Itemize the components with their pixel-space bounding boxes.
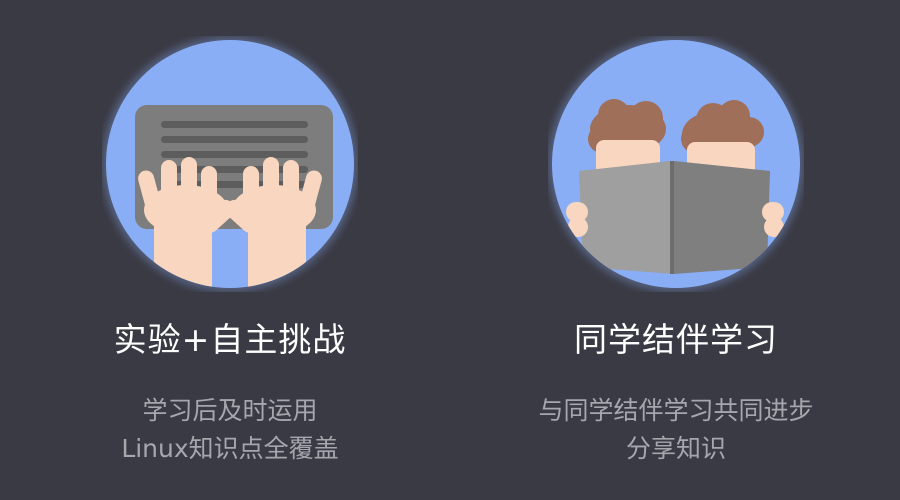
feature-experiment-challenge: 实验+自主挑战 学习后及时运用 Linux知识点全覆盖 xyxy=(50,0,410,500)
feature-study-together: 同学结伴学习 与同学结伴学习共同进步 分享知识 xyxy=(496,0,856,500)
typing-hands-icon xyxy=(102,36,358,292)
description-line: 与同学结伴学习共同进步 xyxy=(538,396,814,425)
feature-title: 实验+自主挑战 xyxy=(113,320,347,359)
description-line: Linux知识点全覆盖 xyxy=(121,434,339,463)
reading-together-icon xyxy=(548,36,804,292)
feature-title: 同学结伴学习 xyxy=(574,320,778,359)
description-line: 分享知识 xyxy=(625,434,726,463)
description-line: 学习后及时运用 xyxy=(142,396,318,425)
feature-description: 与同学结伴学习共同进步 分享知识 xyxy=(496,392,856,468)
feature-description: 学习后及时运用 Linux知识点全覆盖 xyxy=(50,392,410,468)
